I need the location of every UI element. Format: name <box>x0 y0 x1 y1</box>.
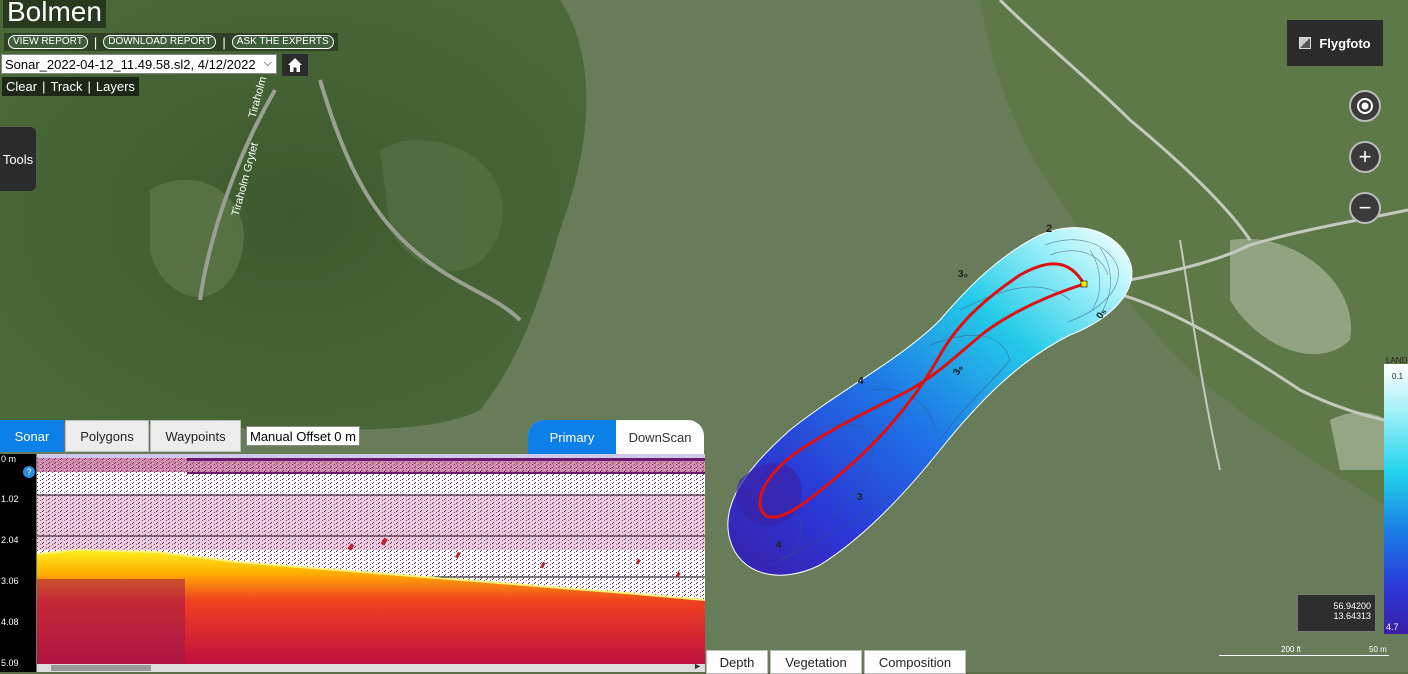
basemap-toggle-button[interactable]: Flygfoto <box>1287 20 1383 66</box>
tools-tab[interactable]: Tools <box>0 127 36 191</box>
coordinate-readout: 56.94200 13.64313 <box>1297 594 1376 632</box>
report-links: VIEW REPORT | DOWNLOAD REPORT | ASK THE … <box>4 33 338 51</box>
scale-bar: 200 ft 50 m <box>1219 645 1389 660</box>
tab-vegetation[interactable]: Vegetation <box>770 650 862 674</box>
longitude: 13.64313 <box>1333 611 1371 621</box>
depth-tick: 5.09 <box>1 658 19 668</box>
legend-color-bar <box>1384 364 1408 634</box>
depth-tick: 0 m <box>1 454 17 464</box>
help-icon[interactable]: ? <box>23 466 35 478</box>
separator: | <box>222 34 226 50</box>
scroll-right-arrow-icon[interactable]: ► <box>693 661 702 671</box>
contour-label: 2 <box>1046 223 1052 235</box>
legend-max-value: 0.1 <box>1392 372 1404 381</box>
sonar-image[interactable] <box>37 454 705 664</box>
chevron-down-icon: ⌵ <box>263 57 272 69</box>
home-button[interactable] <box>282 54 308 76</box>
depth-tick: 2.04 <box>1 535 19 545</box>
separator: | <box>93 34 98 50</box>
track-button[interactable]: Track <box>50 79 82 94</box>
layers-button[interactable]: Layers <box>96 79 135 94</box>
download-report-link[interactable]: DOWNLOAD REPORT <box>103 35 217 49</box>
view-downscan-button[interactable]: DownScan <box>616 420 704 454</box>
map-toolbar: Clear | Track | Layers <box>2 77 139 96</box>
scrollbar-thumb[interactable] <box>51 665 151 671</box>
scale-feet: 200 ft <box>1281 645 1302 654</box>
home-icon <box>288 58 302 72</box>
tab-sonar[interactable]: Sonar <box>0 420 64 452</box>
contour-label: 4 <box>858 376 864 387</box>
basemap-label: Flygfoto <box>1319 35 1371 51</box>
legend-top-label: LAND <box>1386 356 1408 365</box>
zoom-in-button[interactable]: + <box>1349 141 1381 173</box>
zoom-out-button[interactable]: − <box>1349 192 1381 224</box>
sonar-file-select[interactable]: Sonar_2022-04-12_11.49.58.sl2, 4/12/2022… <box>1 54 277 74</box>
tab-polygons[interactable]: Polygons <box>65 420 149 452</box>
tab-depth[interactable]: Depth <box>706 650 768 674</box>
tab-waypoints[interactable]: Waypoints <box>150 420 241 452</box>
depth-tick: 4.08 <box>1 617 19 627</box>
sonar-panel: Sonar Polygons Waypoints Manual Offset 0… <box>0 418 705 672</box>
depth-tick: 1.02 <box>1 494 19 504</box>
sonar-file-select-value: Sonar_2022-04-12_11.49.58.sl2, 4/12/2022 <box>5 56 256 72</box>
sonar-scrollbar[interactable]: ► <box>37 661 705 672</box>
contour-label: 3₀ <box>958 269 968 280</box>
view-primary-button[interactable]: Primary <box>528 420 616 454</box>
legend-min-value: 4.7 <box>1386 622 1399 632</box>
separator: | <box>87 79 91 94</box>
locate-icon <box>1357 98 1373 114</box>
view-mode-toggle: Primary DownScan <box>528 420 704 454</box>
locate-button[interactable] <box>1349 90 1381 122</box>
view-report-link[interactable]: VIEW REPORT <box>8 35 88 49</box>
scale-meters: 50 m <box>1369 645 1387 654</box>
ask-experts-link[interactable]: ASK THE EXPERTS <box>231 35 334 49</box>
clear-button[interactable]: Clear <box>6 79 37 94</box>
sonar-tab-row: Sonar Polygons Waypoints Manual Offset 0… <box>0 418 705 454</box>
satellite-icon <box>1299 37 1312 49</box>
depth-legend: LAND 0.1 4.7 <box>1384 356 1408 636</box>
depth-scale: 0 m 1.02 2.04 3.06 4.08 5.09 <box>0 454 36 672</box>
page-title: Bolmen <box>3 0 106 28</box>
latitude: 56.94200 <box>1333 601 1371 611</box>
manual-offset-input[interactable]: Manual Offset 0 m <box>246 426 360 446</box>
tab-composition[interactable]: Composition <box>864 650 966 674</box>
scale-line <box>1219 655 1389 656</box>
contour-label: 3 <box>857 492 863 503</box>
separator: | <box>42 79 46 94</box>
depth-tick: 3.06 <box>1 576 19 586</box>
contour-label: 4 <box>776 540 782 551</box>
